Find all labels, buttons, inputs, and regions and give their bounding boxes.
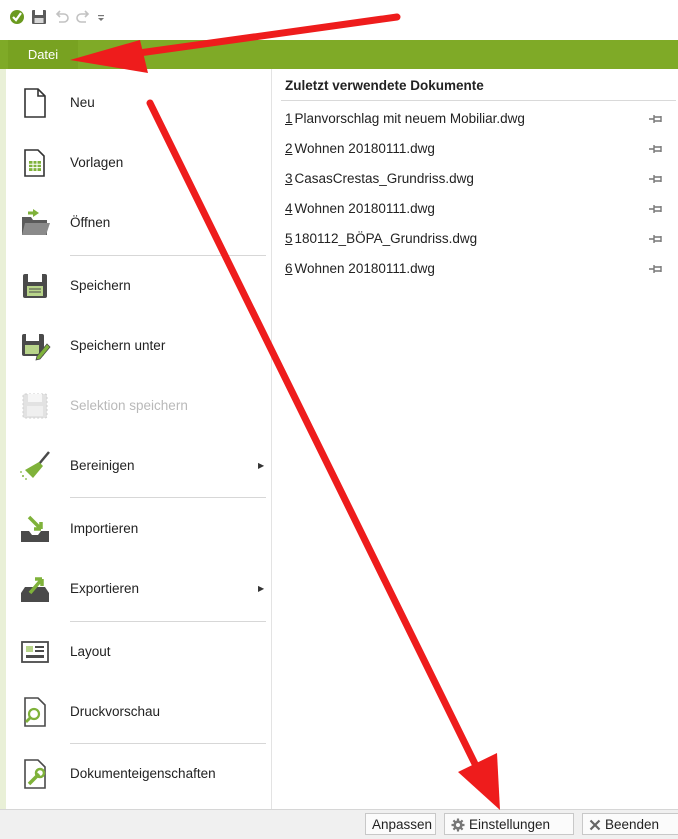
- menu-item-bereinigen[interactable]: Bereinigen ▶: [6, 438, 271, 494]
- menu-item-label: Bereinigen: [70, 458, 135, 473]
- menu-item-label: Öffnen: [70, 215, 111, 230]
- import-icon: [21, 515, 49, 542]
- recent-document-item[interactable]: 3 CasasCrestas_Grundriss.dwg: [285, 164, 670, 194]
- doc-number: 5: [285, 231, 293, 246]
- menu-item-oeffnen[interactable]: Öffnen: [6, 195, 271, 251]
- exit-button-label: Beenden: [605, 817, 660, 832]
- broom-icon: [20, 451, 50, 480]
- recent-document-item[interactable]: 2 Wohnen 20180111.dwg: [285, 134, 670, 164]
- menu-item-label: Speichern unter: [70, 338, 166, 353]
- settings-button-label: Einstellungen: [469, 817, 551, 832]
- menu-item-speichern[interactable]: Speichern: [6, 258, 271, 314]
- menu-separator: [70, 497, 266, 498]
- menu-item-selektion-speichern: Selektion speichern: [6, 378, 271, 434]
- file-menu: Neu Vorlagen Öffnen Speichern Speichern …: [6, 69, 272, 809]
- settings-button[interactable]: Einstellungen: [444, 813, 574, 835]
- menu-item-label: Druckvorschau: [70, 704, 161, 719]
- submenu-arrow-icon: ▶: [258, 584, 265, 593]
- recent-document-item[interactable]: 5 180112_BÖPA_Grundriss.dwg: [285, 224, 670, 254]
- recent-documents-panel: Zuletzt verwendete Dokumente 1 Planvorsch…: [278, 69, 678, 809]
- doc-number: 3: [285, 171, 293, 186]
- redo-icon[interactable]: [75, 9, 91, 25]
- customize-dropdown-icon[interactable]: [97, 14, 105, 22]
- ribbon-title-bar: Datei: [0, 40, 678, 69]
- recent-document-item[interactable]: 4 Wohnen 20180111.dwg: [285, 194, 670, 224]
- green-check-icon[interactable]: [9, 9, 25, 25]
- menu-separator: [70, 621, 266, 622]
- menu-item-label: Dokumenteigenschaften: [70, 766, 216, 781]
- gear-icon: [451, 818, 465, 832]
- doc-name: Wohnen 20180111.dwg: [294, 261, 435, 276]
- save-icon[interactable]: [31, 9, 47, 25]
- save-selection-icon: [22, 393, 48, 419]
- pin-icon[interactable]: [648, 113, 664, 125]
- undo-icon[interactable]: [54, 9, 70, 25]
- menu-item-druckvorschau[interactable]: Druckvorschau: [6, 684, 271, 740]
- recent-title-divider: [281, 100, 676, 101]
- doc-number: 1: [285, 111, 293, 126]
- recent-documents-title: Zuletzt verwendete Dokumente: [285, 78, 484, 93]
- recent-document-item[interactable]: 6 Wohnen 20180111.dwg: [285, 254, 670, 284]
- new-document-icon: [24, 88, 46, 118]
- customize-button-label: Anpassen: [372, 817, 433, 832]
- doc-number: 2: [285, 141, 293, 156]
- doc-name: 180112_BÖPA_Grundriss.dwg: [294, 231, 478, 246]
- menu-item-label: Vorlagen: [70, 155, 124, 170]
- menu-item-speichern-unter[interactable]: Speichern unter: [6, 318, 271, 374]
- doc-name: Wohnen 20180111.dwg: [294, 201, 435, 216]
- menu-item-label: Selektion speichern: [70, 398, 188, 413]
- pin-icon[interactable]: [648, 143, 664, 155]
- pin-icon[interactable]: [648, 203, 664, 215]
- close-icon: [589, 820, 601, 831]
- menu-separator: [70, 743, 266, 744]
- menu-item-label: Neu: [70, 95, 95, 110]
- menu-item-dokumenteigenschaften[interactable]: Dokumenteigenschaften: [6, 746, 271, 802]
- print-preview-icon: [24, 697, 46, 727]
- menu-item-importieren[interactable]: Importieren: [6, 501, 271, 557]
- recent-document-item[interactable]: 1 Planvorschlag mit neuem Mobiliar.dwg: [285, 104, 670, 134]
- doc-name: Wohnen 20180111.dwg: [294, 141, 435, 156]
- menu-item-label: Speichern: [70, 278, 131, 293]
- menu-item-exportieren[interactable]: Exportieren ▶: [6, 561, 271, 617]
- pin-icon[interactable]: [648, 263, 664, 275]
- menu-item-neu[interactable]: Neu: [6, 75, 271, 131]
- doc-name: CasasCrestas_Grundriss.dwg: [294, 171, 474, 186]
- doc-name: Planvorschlag mit neuem Mobiliar.dwg: [294, 111, 525, 126]
- menu-separator: [70, 255, 266, 256]
- export-icon: [21, 577, 49, 602]
- menu-item-label: Exportieren: [70, 581, 140, 596]
- save-as-icon: [22, 334, 51, 361]
- pin-icon[interactable]: [648, 173, 664, 185]
- save-icon: [23, 274, 47, 298]
- quick-access-toolbar: [0, 0, 678, 40]
- doc-number: 6: [285, 261, 293, 276]
- exit-button[interactable]: Beenden: [582, 813, 678, 835]
- submenu-arrow-icon: ▶: [258, 461, 265, 470]
- menu-item-label: Importieren: [70, 521, 139, 536]
- menu-item-label: Layout: [70, 644, 111, 659]
- open-folder-icon: [22, 209, 50, 235]
- pin-icon[interactable]: [648, 233, 664, 245]
- menu-item-layout[interactable]: Layout: [6, 624, 271, 680]
- customize-button[interactable]: Anpassen: [365, 813, 436, 835]
- tab-datei[interactable]: Datei: [8, 40, 78, 69]
- menu-item-vorlagen[interactable]: Vorlagen: [6, 135, 271, 191]
- document-properties-icon: [24, 759, 46, 789]
- backstage-footer: Anpassen Einstellungen Beenden: [0, 809, 678, 839]
- templates-icon: [24, 149, 45, 177]
- doc-number: 4: [285, 201, 293, 216]
- layout-icon: [21, 641, 49, 663]
